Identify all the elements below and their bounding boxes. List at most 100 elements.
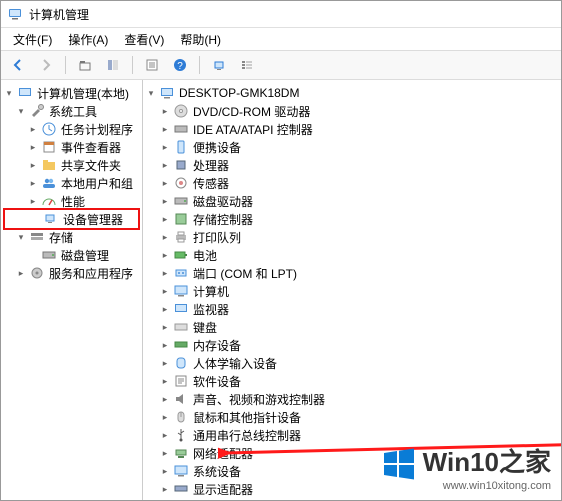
tree-label: 服务和应用程序 [49,265,133,282]
cat-hid[interactable]: 人体学输入设备 [145,354,559,372]
twisty-icon[interactable] [27,123,39,135]
twisty-icon[interactable] [27,177,39,189]
cat-software[interactable]: 软件设备 [145,372,559,390]
tree-storage[interactable]: 存储 [3,228,140,246]
twisty-icon[interactable] [27,195,39,207]
usb-icon [173,427,189,443]
twisty-icon[interactable] [145,87,157,99]
twisty-icon[interactable] [159,123,171,135]
twisty-icon[interactable] [159,159,171,171]
tree-event-viewer[interactable]: 事件查看器 [3,138,140,156]
toolbar: ? [1,51,561,80]
scan-button[interactable] [206,52,232,78]
twisty-icon[interactable] [159,357,171,369]
twisty-icon[interactable] [159,393,171,405]
twisty-icon[interactable] [159,231,171,243]
menu-view[interactable]: 查看(V) [116,29,172,50]
cat-ide[interactable]: IDE ATA/ATAPI 控制器 [145,120,559,138]
cat-sensors[interactable]: 传感器 [145,174,559,192]
twisty-icon[interactable] [27,141,39,153]
tree-label: 便携设备 [193,139,241,156]
cat-network[interactable]: 网络适配器 [145,444,559,462]
properties-button[interactable] [139,52,165,78]
twisty-icon[interactable] [159,465,171,477]
tree-label: 任务计划程序 [61,121,133,138]
left-tree[interactable]: 计算机管理(本地) 系统工具 任务计划程序 事件查看器 共享文件夹 [1,80,143,500]
twisty-icon[interactable] [15,105,27,117]
twisty-icon[interactable] [159,339,171,351]
portable-icon [173,139,189,155]
tree-system-tools[interactable]: 系统工具 [3,102,140,120]
twisty-icon[interactable] [159,429,171,441]
back-button[interactable] [5,52,31,78]
cat-display[interactable]: 显示适配器 [145,480,559,498]
twisty-icon[interactable] [159,303,171,315]
twisty-icon[interactable] [159,141,171,153]
cat-processors[interactable]: 处理器 [145,156,559,174]
twisty-icon[interactable] [159,249,171,261]
twisty-icon[interactable] [159,483,171,495]
twisty-icon[interactable] [159,195,171,207]
cat-keyboards[interactable]: 键盘 [145,318,559,336]
twisty-icon[interactable] [159,321,171,333]
tree-label: 共享文件夹 [61,157,121,174]
cat-memory[interactable]: 内存设备 [145,336,559,354]
twisty-icon[interactable] [159,411,171,423]
cat-sound[interactable]: 声音、视频和游戏控制器 [145,390,559,408]
cat-ports[interactable]: 端口 (COM 和 LPT) [145,264,559,282]
menu-help[interactable]: 帮助(H) [172,29,229,50]
cat-portable[interactable]: 便携设备 [145,138,559,156]
cat-monitors[interactable]: 监视器 [145,300,559,318]
network-icon [173,445,189,461]
tree-services-apps[interactable]: 服务和应用程序 [3,264,140,282]
tree-label: 打印队列 [193,229,241,246]
tree-device-manager[interactable]: 设备管理器 [3,208,140,230]
twisty-icon[interactable] [15,267,27,279]
tree-label: DVD/CD-ROM 驱动器 [193,103,310,120]
cat-system-devices[interactable]: 系统设备 [145,462,559,480]
twisty-icon[interactable] [159,213,171,225]
tree-local-users[interactable]: 本地用户和组 [3,174,140,192]
storage-ctrl-icon [173,211,189,227]
show-hide-button[interactable] [100,52,126,78]
device-tree-root[interactable]: DESKTOP-GMK18DM [145,84,559,102]
twisty-icon[interactable] [15,231,27,243]
cat-dvd[interactable]: DVD/CD-ROM 驱动器 [145,102,559,120]
twisty-icon[interactable] [3,87,15,99]
tree-label: 音频输入和输出 [193,499,277,501]
tree-task-scheduler[interactable]: 任务计划程序 [3,120,140,138]
twisty-icon[interactable] [27,159,39,171]
cat-storage-ctrl[interactable]: 存储控制器 [145,210,559,228]
right-tree[interactable]: DESKTOP-GMK18DM DVD/CD-ROM 驱动器 IDE ATA/A… [143,80,561,500]
cat-usb[interactable]: 通用串行总线控制器 [145,426,559,444]
tree-label: 磁盘驱动器 [193,193,253,210]
help-button[interactable]: ? [167,52,193,78]
up-button[interactable] [72,52,98,78]
toolbar-separator [132,56,133,74]
pc-icon [173,283,189,299]
battery-icon [173,247,189,263]
keyboard-icon [173,319,189,335]
twisty-icon[interactable] [159,285,171,297]
twisty-icon[interactable] [159,375,171,387]
twisty-icon[interactable] [159,177,171,189]
tree-label: 通用串行总线控制器 [193,427,301,444]
cat-mice[interactable]: 鼠标和其他指针设备 [145,408,559,426]
dvd-icon [173,103,189,119]
cat-print-queues[interactable]: 打印队列 [145,228,559,246]
twisty-icon[interactable] [159,267,171,279]
tree-disk-mgmt[interactable]: 磁盘管理 [3,246,140,264]
cat-disk-drives[interactable]: 磁盘驱动器 [145,192,559,210]
menu-action[interactable]: 操作(A) [60,29,116,50]
twisty-icon[interactable] [159,105,171,117]
menu-file[interactable]: 文件(F) [5,29,60,50]
cat-audio-io[interactable]: 音频输入和输出 [145,498,559,500]
twisty-icon[interactable] [159,447,171,459]
view-button[interactable] [234,52,260,78]
cat-batteries[interactable]: 电池 [145,246,559,264]
cat-computer[interactable]: 计算机 [145,282,559,300]
hid-icon [173,355,189,371]
forward-button[interactable] [33,52,59,78]
tree-root[interactable]: 计算机管理(本地) [3,84,140,102]
tree-shared-folders[interactable]: 共享文件夹 [3,156,140,174]
